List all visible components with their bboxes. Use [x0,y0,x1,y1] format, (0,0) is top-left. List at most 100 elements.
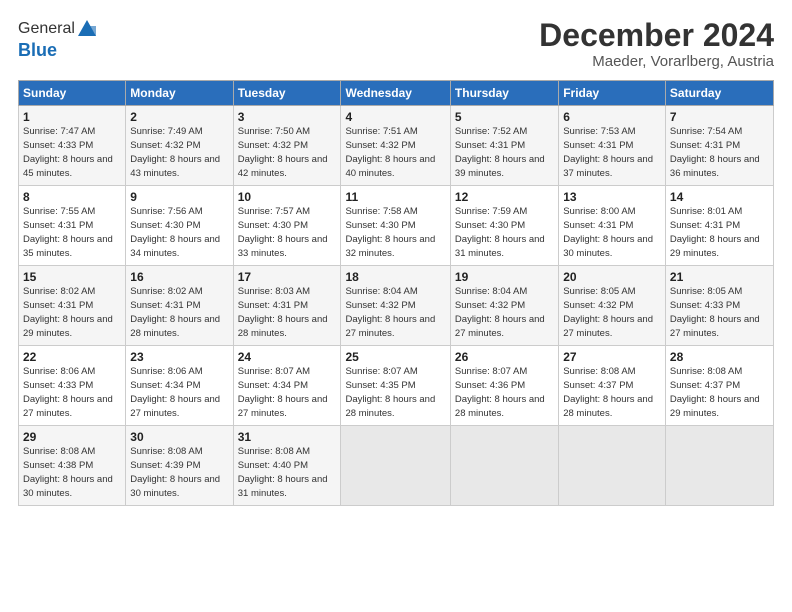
day-number: 2 [130,110,228,124]
col-friday: Friday [559,81,666,106]
table-cell: 20 Sunrise: 8:05 AMSunset: 4:32 PMDaylig… [559,266,666,346]
table-cell: 24 Sunrise: 8:07 AMSunset: 4:34 PMDaylig… [233,346,341,426]
table-cell: 4 Sunrise: 7:51 AMSunset: 4:32 PMDayligh… [341,106,450,186]
day-info: Sunrise: 8:02 AMSunset: 4:31 PMDaylight:… [23,286,113,338]
table-cell: 5 Sunrise: 7:52 AMSunset: 4:31 PMDayligh… [450,106,558,186]
day-info: Sunrise: 7:50 AMSunset: 4:32 PMDaylight:… [238,126,328,178]
table-cell: 21 Sunrise: 8:05 AMSunset: 4:33 PMDaylig… [665,266,773,346]
table-cell: 10 Sunrise: 7:57 AMSunset: 4:30 PMDaylig… [233,186,341,266]
day-number: 4 [345,110,445,124]
day-info: Sunrise: 8:04 AMSunset: 4:32 PMDaylight:… [455,286,545,338]
calendar-title: December 2024 [539,18,774,53]
day-info: Sunrise: 7:55 AMSunset: 4:31 PMDaylight:… [23,206,113,258]
col-saturday: Saturday [665,81,773,106]
table-cell: 15 Sunrise: 8:02 AMSunset: 4:31 PMDaylig… [19,266,126,346]
day-info: Sunrise: 8:08 AMSunset: 4:40 PMDaylight:… [238,446,328,498]
page: General Blue December 2024 Maeder, Vorar… [0,0,792,612]
day-number: 26 [455,350,554,364]
day-info: Sunrise: 8:01 AMSunset: 4:31 PMDaylight:… [670,206,760,258]
table-cell: 2 Sunrise: 7:49 AMSunset: 4:32 PMDayligh… [126,106,233,186]
day-info: Sunrise: 8:05 AMSunset: 4:32 PMDaylight:… [563,286,653,338]
day-info: Sunrise: 8:06 AMSunset: 4:33 PMDaylight:… [23,366,113,418]
day-number: 23 [130,350,228,364]
logo-icon [76,18,98,40]
day-number: 13 [563,190,661,204]
day-info: Sunrise: 7:51 AMSunset: 4:32 PMDaylight:… [345,126,435,178]
day-number: 29 [23,430,121,444]
table-cell: 19 Sunrise: 8:04 AMSunset: 4:32 PMDaylig… [450,266,558,346]
col-wednesday: Wednesday [341,81,450,106]
table-cell [450,426,558,506]
table-cell: 26 Sunrise: 8:07 AMSunset: 4:36 PMDaylig… [450,346,558,426]
table-cell: 13 Sunrise: 8:00 AMSunset: 4:31 PMDaylig… [559,186,666,266]
day-info: Sunrise: 8:08 AMSunset: 4:37 PMDaylight:… [670,366,760,418]
title-block: December 2024 Maeder, Vorarlberg, Austri… [539,18,774,70]
col-monday: Monday [126,81,233,106]
day-info: Sunrise: 8:07 AMSunset: 4:34 PMDaylight:… [238,366,328,418]
col-thursday: Thursday [450,81,558,106]
day-number: 25 [345,350,445,364]
day-info: Sunrise: 7:57 AMSunset: 4:30 PMDaylight:… [238,206,328,258]
day-number: 6 [563,110,661,124]
table-cell: 16 Sunrise: 8:02 AMSunset: 4:31 PMDaylig… [126,266,233,346]
day-number: 28 [670,350,769,364]
day-number: 17 [238,270,337,284]
table-cell: 27 Sunrise: 8:08 AMSunset: 4:37 PMDaylig… [559,346,666,426]
table-cell [665,426,773,506]
table-cell: 12 Sunrise: 7:59 AMSunset: 4:30 PMDaylig… [450,186,558,266]
day-number: 10 [238,190,337,204]
calendar-table: Sunday Monday Tuesday Wednesday Thursday… [18,80,774,506]
header-row: Sunday Monday Tuesday Wednesday Thursday… [19,81,774,106]
day-number: 22 [23,350,121,364]
col-tuesday: Tuesday [233,81,341,106]
day-info: Sunrise: 8:02 AMSunset: 4:31 PMDaylight:… [130,286,220,338]
col-sunday: Sunday [19,81,126,106]
day-number: 14 [670,190,769,204]
table-cell: 25 Sunrise: 8:07 AMSunset: 4:35 PMDaylig… [341,346,450,426]
day-number: 12 [455,190,554,204]
day-number: 18 [345,270,445,284]
day-info: Sunrise: 7:53 AMSunset: 4:31 PMDaylight:… [563,126,653,178]
day-number: 5 [455,110,554,124]
day-info: Sunrise: 7:56 AMSunset: 4:30 PMDaylight:… [130,206,220,258]
day-info: Sunrise: 8:05 AMSunset: 4:33 PMDaylight:… [670,286,760,338]
table-cell [341,426,450,506]
day-info: Sunrise: 8:08 AMSunset: 4:38 PMDaylight:… [23,446,113,498]
day-number: 8 [23,190,121,204]
day-info: Sunrise: 8:08 AMSunset: 4:37 PMDaylight:… [563,366,653,418]
day-info: Sunrise: 8:06 AMSunset: 4:34 PMDaylight:… [130,366,220,418]
table-cell: 22 Sunrise: 8:06 AMSunset: 4:33 PMDaylig… [19,346,126,426]
day-info: Sunrise: 7:47 AMSunset: 4:33 PMDaylight:… [23,126,113,178]
day-number: 19 [455,270,554,284]
table-cell: 3 Sunrise: 7:50 AMSunset: 4:32 PMDayligh… [233,106,341,186]
day-number: 27 [563,350,661,364]
week-row-1: 1 Sunrise: 7:47 AMSunset: 4:33 PMDayligh… [19,106,774,186]
day-info: Sunrise: 8:04 AMSunset: 4:32 PMDaylight:… [345,286,435,338]
logo-blue-text: Blue [18,40,57,60]
table-cell: 9 Sunrise: 7:56 AMSunset: 4:30 PMDayligh… [126,186,233,266]
day-info: Sunrise: 8:07 AMSunset: 4:35 PMDaylight:… [345,366,435,418]
table-cell [559,426,666,506]
table-cell: 7 Sunrise: 7:54 AMSunset: 4:31 PMDayligh… [665,106,773,186]
day-number: 3 [238,110,337,124]
day-number: 7 [670,110,769,124]
day-number: 9 [130,190,228,204]
week-row-5: 29 Sunrise: 8:08 AMSunset: 4:38 PMDaylig… [19,426,774,506]
table-cell: 18 Sunrise: 8:04 AMSunset: 4:32 PMDaylig… [341,266,450,346]
day-info: Sunrise: 8:08 AMSunset: 4:39 PMDaylight:… [130,446,220,498]
day-info: Sunrise: 7:52 AMSunset: 4:31 PMDaylight:… [455,126,545,178]
table-cell: 28 Sunrise: 8:08 AMSunset: 4:37 PMDaylig… [665,346,773,426]
day-info: Sunrise: 8:00 AMSunset: 4:31 PMDaylight:… [563,206,653,258]
day-number: 31 [238,430,337,444]
day-info: Sunrise: 8:07 AMSunset: 4:36 PMDaylight:… [455,366,545,418]
week-row-4: 22 Sunrise: 8:06 AMSunset: 4:33 PMDaylig… [19,346,774,426]
table-cell: 1 Sunrise: 7:47 AMSunset: 4:33 PMDayligh… [19,106,126,186]
week-row-2: 8 Sunrise: 7:55 AMSunset: 4:31 PMDayligh… [19,186,774,266]
day-number: 21 [670,270,769,284]
day-number: 11 [345,190,445,204]
header: General Blue December 2024 Maeder, Vorar… [18,18,774,70]
table-cell: 14 Sunrise: 8:01 AMSunset: 4:31 PMDaylig… [665,186,773,266]
table-cell: 23 Sunrise: 8:06 AMSunset: 4:34 PMDaylig… [126,346,233,426]
day-number: 16 [130,270,228,284]
table-cell: 30 Sunrise: 8:08 AMSunset: 4:39 PMDaylig… [126,426,233,506]
